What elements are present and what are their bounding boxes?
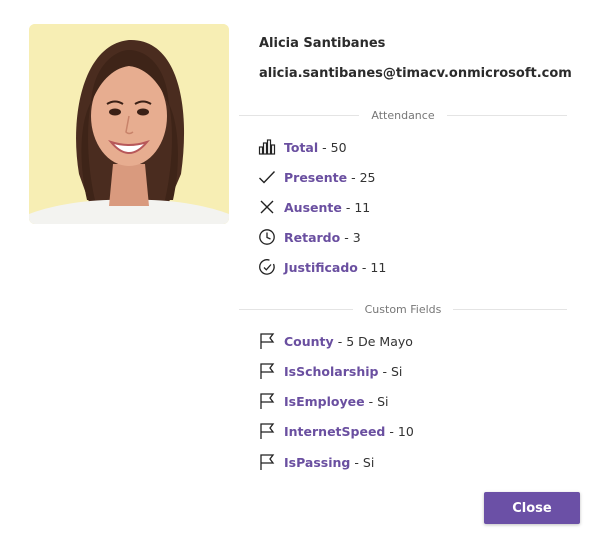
- custom-field-ispassing: IsPassing - Si: [258, 453, 374, 471]
- flag-icon: [258, 362, 276, 380]
- attendance-value: 50: [330, 139, 347, 155]
- flag-icon: [258, 453, 276, 471]
- attendance-heading: Attendance: [371, 108, 435, 122]
- close-button[interactable]: Close: [484, 492, 580, 524]
- user-email: alicia.santibanes@timacv.onmicrosoft.com: [259, 66, 572, 81]
- attendance-section-header: Attendance: [239, 108, 567, 122]
- attendance-item-justificado: Justificado - 11: [258, 258, 386, 276]
- custom-field-isscholarship: IsScholarship - Si: [258, 362, 402, 380]
- custom-fields-section-header: Custom Fields: [239, 302, 568, 316]
- attendance-label: Total: [284, 139, 319, 155]
- attendance-value: 25: [359, 169, 376, 185]
- custom-field-value: Si: [362, 454, 375, 470]
- flag-icon: [258, 392, 276, 410]
- custom-field-label: IsScholarship: [284, 363, 379, 379]
- custom-field-value: 10: [397, 423, 414, 439]
- profile-photo: [29, 24, 229, 224]
- custom-field-county: County - 5 De Mayo: [258, 332, 413, 350]
- x-icon: [258, 198, 276, 216]
- attendance-value: 3: [352, 229, 361, 245]
- custom-field-label: InternetSpeed: [284, 423, 386, 439]
- custom-field-label: IsPassing: [284, 454, 351, 470]
- checkmark-icon: [258, 168, 276, 186]
- custom-fields-heading: Custom Fields: [364, 302, 442, 316]
- custom-field-internetspeed: InternetSpeed - 10: [258, 422, 414, 440]
- custom-field-value: 5 De Mayo: [346, 333, 413, 349]
- bar-chart-icon: [258, 138, 276, 156]
- attendance-value: 11: [354, 199, 371, 215]
- attendance-label: Justificado: [284, 259, 358, 275]
- attendance-label: Presente: [284, 169, 348, 185]
- attendance-item-ausente: Ausente - 11: [258, 198, 370, 216]
- attendance-item-retardo: Retardo - 3: [258, 228, 361, 246]
- attendance-label: Retardo: [284, 229, 341, 245]
- custom-field-label: County: [284, 333, 334, 349]
- user-name: Alicia Santibanes: [259, 36, 386, 51]
- clock-icon: [258, 228, 276, 246]
- attendance-label: Ausente: [284, 199, 342, 215]
- custom-field-value: Si: [377, 393, 389, 409]
- flag-icon: [258, 422, 276, 440]
- custom-field-isemployee: IsEmployee - Si: [258, 392, 389, 410]
- attendance-item-total: Total - 50: [258, 138, 347, 156]
- clock-check-icon: [258, 258, 276, 276]
- person-portrait-image: [29, 24, 229, 224]
- attendance-value: 11: [370, 259, 387, 275]
- custom-field-value: Si: [390, 363, 403, 379]
- flag-icon: [258, 332, 276, 350]
- attendance-item-presente: Presente - 25: [258, 168, 376, 186]
- custom-field-label: IsEmployee: [284, 393, 365, 409]
